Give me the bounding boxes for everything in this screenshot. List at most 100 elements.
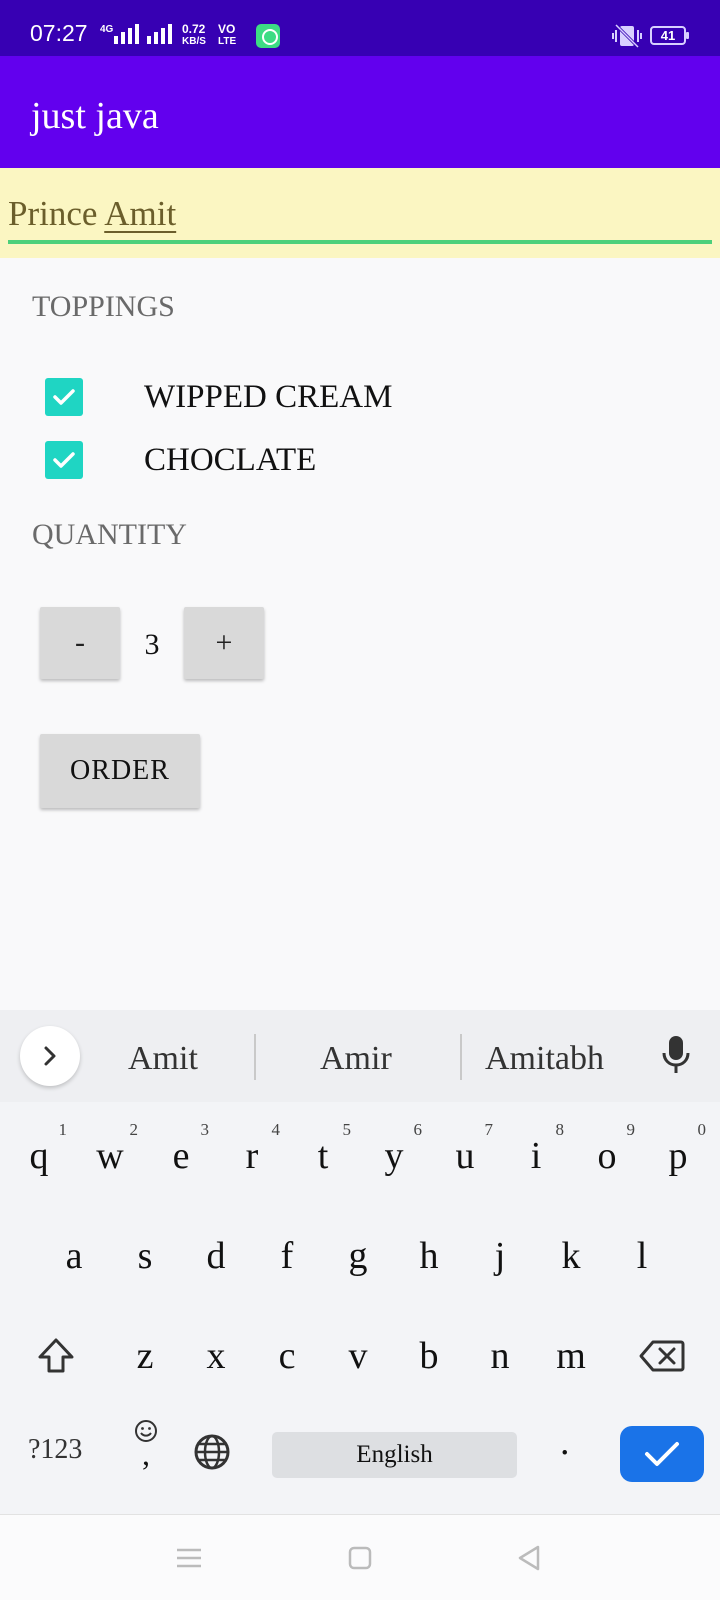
key-u[interactable]: u7 (433, 1116, 497, 1196)
suggestion-divider (254, 1034, 256, 1080)
increment-button[interactable]: + (184, 607, 264, 679)
key-e[interactable]: e3 (149, 1116, 213, 1196)
key-hint: 8 (555, 1120, 565, 1139)
chocolate-checkbox-row[interactable]: CHOCLATE (40, 436, 540, 484)
quantity-value: 3 (144, 628, 160, 661)
navigation-bar (0, 1514, 720, 1600)
key-l[interactable]: l (610, 1216, 674, 1296)
symbols-key[interactable]: ?123 (28, 1434, 82, 1466)
menu-icon[interactable] (174, 1543, 204, 1573)
key-r[interactable]: r4 (220, 1116, 284, 1196)
chevron-right-icon (44, 1046, 56, 1066)
app-notification-icon (256, 24, 280, 48)
whipped-cream-checkbox[interactable] (45, 378, 83, 416)
order-button[interactable]: ORDER (40, 734, 200, 808)
key-o[interactable]: o9 (575, 1116, 639, 1196)
key-label: i (530, 1135, 542, 1177)
volte-top-label: VO (218, 22, 236, 36)
status-time: 07:27 (30, 20, 88, 46)
key-z[interactable]: z (113, 1316, 177, 1396)
key-label: o (597, 1135, 617, 1177)
enter-key[interactable] (620, 1426, 704, 1482)
soft-keyboard: Amit Amir Amitabh q1 w2 e3 r4 t5 y6 u7 i… (0, 1010, 720, 1514)
check-icon (645, 1442, 679, 1466)
network-speed-value: 0.72 (182, 22, 206, 36)
vibrate-icon (612, 24, 642, 48)
name-composing: Amit (104, 194, 177, 233)
key-p[interactable]: p0 (646, 1116, 710, 1196)
key-hint: 1 (58, 1120, 68, 1139)
key-d[interactable]: d (184, 1216, 248, 1296)
key-hint: 4 (271, 1120, 281, 1139)
key-x[interactable]: x (184, 1316, 248, 1396)
key-k[interactable]: k (539, 1216, 603, 1296)
suggestion-1[interactable]: Amit (128, 1040, 198, 1078)
key-label: q (29, 1135, 49, 1177)
shift-key[interactable] (24, 1316, 88, 1396)
check-icon (53, 452, 75, 468)
signal-icon-2 (147, 22, 172, 44)
language-key[interactable] (192, 1432, 232, 1472)
key-b[interactable]: b (397, 1316, 461, 1396)
key-label: w (96, 1135, 124, 1177)
name-input[interactable]: Prince Amit (0, 168, 720, 258)
key-y[interactable]: y6 (362, 1116, 426, 1196)
key-hint: 2 (129, 1120, 139, 1139)
key-a[interactable]: a (42, 1216, 106, 1296)
period-key[interactable]: . (560, 1420, 570, 1464)
emoji-comma-key[interactable]: , (126, 1402, 166, 1482)
comma-label: , (142, 1436, 150, 1472)
key-f[interactable]: f (255, 1216, 319, 1296)
suggestion-divider (460, 1034, 462, 1080)
status-bar: 07:27 4G 0.72 KB/S VO LTE 41 (0, 0, 720, 56)
quantity-label: QUANTITY (32, 518, 187, 551)
key-v[interactable]: v (326, 1316, 390, 1396)
key-t[interactable]: t5 (291, 1116, 355, 1196)
key-label: y (384, 1135, 404, 1177)
globe-icon (194, 1434, 230, 1470)
key-g[interactable]: g (326, 1216, 390, 1296)
decrement-button[interactable]: - (40, 607, 120, 679)
key-hint: 9 (626, 1120, 636, 1139)
key-label: r (245, 1135, 259, 1177)
signal-icon-1 (114, 22, 139, 44)
back-icon[interactable] (514, 1543, 544, 1573)
toppings-label: TOPPINGS (32, 290, 175, 323)
volte-bottom-label: LTE (218, 36, 237, 47)
suggestion-bar: Amit Amir Amitabh (0, 1010, 720, 1102)
app-bar: just java (0, 56, 720, 168)
key-hint: 0 (697, 1120, 707, 1139)
key-h[interactable]: h (397, 1216, 461, 1296)
key-w[interactable]: w2 (78, 1116, 142, 1196)
backspace-key[interactable] (628, 1316, 696, 1396)
chocolate-label: CHOCLATE (144, 441, 317, 478)
backspace-icon (639, 1340, 685, 1372)
key-j[interactable]: j (468, 1216, 532, 1296)
key-s[interactable]: s (113, 1216, 177, 1296)
key-i[interactable]: i8 (504, 1116, 568, 1196)
home-icon[interactable] (345, 1543, 375, 1573)
expand-toolbar-button[interactable] (20, 1026, 80, 1086)
key-c[interactable]: c (255, 1316, 319, 1396)
key-hint: 5 (342, 1120, 352, 1139)
whipped-cream-label: WIPPED CREAM (144, 378, 393, 415)
key-hint: 6 (413, 1120, 423, 1139)
whipped-cream-checkbox-row[interactable]: WIPPED CREAM (40, 373, 540, 421)
key-label: t (317, 1135, 329, 1177)
key-hint: 3 (200, 1120, 210, 1139)
suggestion-2[interactable]: Amir (320, 1040, 392, 1078)
key-label: e (172, 1135, 190, 1177)
key-m[interactable]: m (539, 1316, 603, 1396)
shift-icon (38, 1338, 74, 1373)
key-q[interactable]: q1 (7, 1116, 71, 1196)
suggestion-3[interactable]: Amitabh (485, 1040, 604, 1078)
network-type-label: 4G (100, 24, 114, 35)
battery-icon: 41 (650, 26, 689, 45)
key-n[interactable]: n (468, 1316, 532, 1396)
name-input-value[interactable]: Prince Amit (8, 194, 176, 234)
key-hint: 7 (484, 1120, 494, 1139)
chocolate-checkbox[interactable] (45, 441, 83, 479)
name-input-underline (8, 240, 712, 244)
space-bar[interactable]: English (272, 1432, 517, 1478)
microphone-icon[interactable] (660, 1034, 692, 1076)
